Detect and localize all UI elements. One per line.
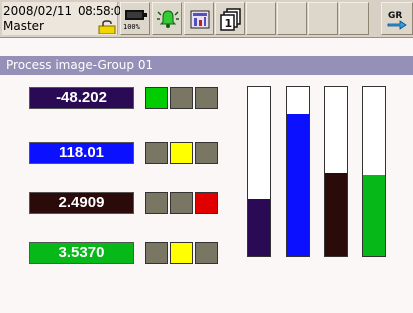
alarm-lamp — [195, 87, 218, 109]
status-header: 2008/02/11 08:58:05 Master 100% 1 GR — [0, 0, 413, 38]
bar-fill — [248, 198, 270, 256]
battery-icon — [125, 10, 147, 20]
bar-graph-2 — [286, 86, 310, 257]
page-title: Process image-Group 01 — [0, 56, 413, 75]
channel-value: 2.4909 — [29, 192, 134, 214]
mode-text: Master — [3, 19, 44, 33]
alarm-lamp — [145, 87, 168, 109]
alarm-lamp — [170, 242, 193, 264]
toolbar-slot-4[interactable] — [339, 2, 369, 35]
toolbar-slot-1[interactable] — [246, 2, 276, 35]
battery-button[interactable]: 100% — [120, 2, 150, 35]
windows-icon: 1 — [220, 8, 241, 31]
channel-row-2: 118.01 — [0, 142, 230, 164]
status-info: 2008/02/11 08:58:05 Master — [2, 2, 128, 35]
bar-graph-3 — [324, 86, 348, 257]
alarm-lamp — [170, 142, 193, 164]
image-button[interactable] — [184, 2, 214, 35]
svg-text:1: 1 — [225, 17, 233, 30]
image-icon — [190, 10, 210, 29]
channel-value: 3.5370 — [29, 242, 134, 264]
toolbar-slot-2[interactable] — [277, 2, 307, 35]
channel-row-4: 3.5370 — [0, 242, 230, 264]
battery-percent: 100% — [123, 23, 140, 31]
alarm-lamp — [145, 142, 168, 164]
group-switch-button[interactable]: GR — [381, 2, 413, 35]
alarm-button[interactable] — [152, 2, 182, 35]
date-text: 2008/02/11 — [3, 4, 73, 18]
channel-row-1: -48.202 — [0, 87, 230, 109]
windows-button[interactable]: 1 — [215, 2, 245, 35]
alarm-bell-icon — [157, 10, 179, 28]
svg-text:GR: GR — [388, 11, 402, 21]
bar-fill — [325, 173, 347, 256]
alarm-lamp — [145, 192, 168, 214]
bar-graph-1 — [247, 86, 271, 257]
alarm-lamp — [195, 142, 218, 164]
channel-row-3: 2.4909 — [0, 192, 230, 214]
lock-icon — [98, 20, 116, 34]
alarm-lamp — [145, 242, 168, 264]
bar-fill — [287, 114, 309, 256]
group-switch-icon: GR — [387, 11, 407, 30]
alarm-lamp — [170, 87, 193, 109]
toolbar-slot-3[interactable] — [308, 2, 338, 35]
channel-value: 118.01 — [29, 142, 134, 164]
channel-value: -48.202 — [29, 87, 134, 109]
alarm-lamp — [195, 192, 218, 214]
bar-fill — [363, 174, 385, 256]
bar-graph-4 — [362, 86, 386, 257]
alarm-lamp — [170, 192, 193, 214]
alarm-lamp — [195, 242, 218, 264]
